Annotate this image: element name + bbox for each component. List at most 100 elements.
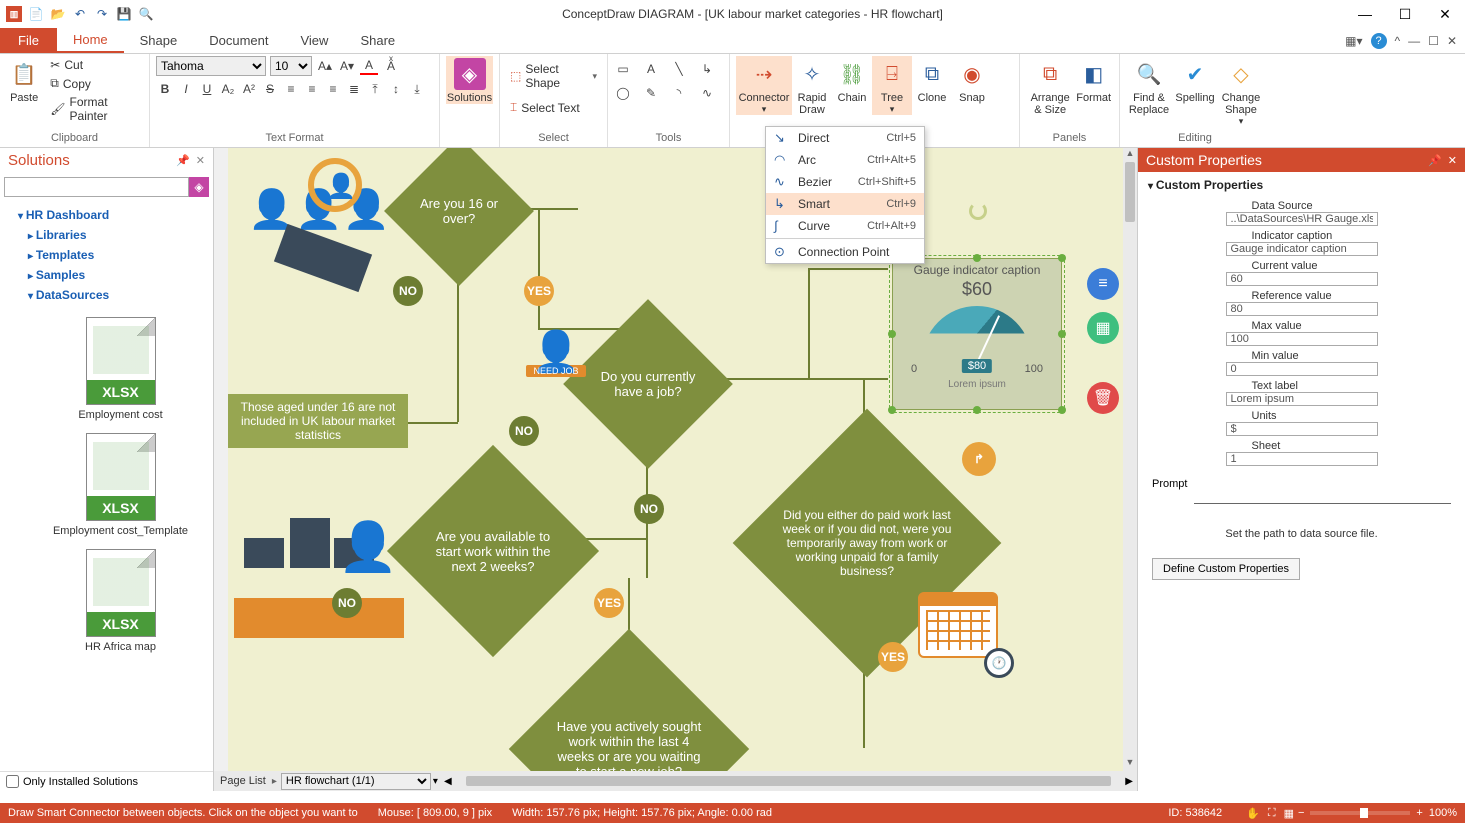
only-installed-checkbox[interactable] [6, 775, 19, 788]
valign-bot-icon[interactable]: ⤓ [408, 80, 426, 98]
format-painter-button[interactable]: 🖌Format Painter [46, 93, 143, 125]
page-combo[interactable]: HR flowchart (1/1) [281, 773, 431, 790]
solutions-search-button[interactable]: ◈ [189, 177, 209, 197]
font-color-icon[interactable]: A [360, 57, 378, 75]
connector-menu-direct[interactable]: ↘DirectCtrl+5 [766, 127, 924, 149]
tree-templates[interactable]: Templates [0, 245, 213, 265]
tab-document[interactable]: Document [193, 28, 284, 53]
tree-root[interactable]: HR Dashboard [0, 205, 213, 225]
align-right-icon[interactable]: ≡ [324, 80, 342, 98]
spelling-button[interactable]: ✔Spelling [1172, 56, 1218, 104]
zoom-out-icon[interactable]: − [1298, 807, 1304, 819]
q5-diamond[interactable]: Have you actively sought work within the… [544, 664, 714, 771]
align-left-icon[interactable]: ≡ [282, 80, 300, 98]
scroll-down-icon[interactable]: ▼ [1123, 757, 1137, 771]
bold-icon[interactable]: B [156, 80, 174, 98]
format-button[interactable]: ◧Format [1074, 56, 1113, 104]
pagelist-nav-icon[interactable]: ▸ [272, 776, 277, 787]
shrink-font-icon[interactable]: A▾ [338, 57, 356, 75]
prop-input-text-label[interactable] [1226, 392, 1378, 406]
grow-font-icon[interactable]: A▴ [316, 57, 334, 75]
tool-spline-icon[interactable]: ∿ [698, 84, 716, 102]
maximize-button[interactable]: ☐ [1391, 6, 1419, 23]
clone-button[interactable]: ⧉Clone [912, 56, 952, 104]
q3-no[interactable]: NO [332, 588, 362, 618]
close-button[interactable]: ✕ [1431, 6, 1459, 23]
connector-button[interactable]: ⇢Connector▾ [736, 56, 792, 115]
tool-rect-icon[interactable]: ▭ [614, 60, 632, 78]
status-grid-icon[interactable]: ▦ [1284, 807, 1294, 820]
select-text-button[interactable]: ⌶Select Text [506, 98, 584, 117]
valign-top-icon[interactable]: ⤒ [366, 80, 384, 98]
ds-item-1[interactable]: XLSXEmployment cost_Template [28, 433, 213, 537]
tab-home[interactable]: Home [57, 28, 124, 53]
underline-icon[interactable]: U [198, 80, 216, 98]
qat-open-icon[interactable]: 📂 [50, 6, 66, 22]
change-shape-button[interactable]: ◇Change Shape▾ [1218, 56, 1264, 127]
find-replace-button[interactable]: 🔍Find & Replace [1126, 56, 1172, 116]
tree-samples[interactable]: Samples [0, 265, 213, 285]
prop-input-data-source[interactable] [1226, 212, 1378, 226]
ds-item-0[interactable]: XLSXEmployment cost [28, 317, 213, 421]
props-pin-icon[interactable]: 📌 [1428, 154, 1442, 167]
arrange-button[interactable]: ⧉Arrange & Size [1026, 56, 1074, 116]
superscript-icon[interactable]: A² [240, 80, 258, 98]
q4-yes[interactable]: YES [878, 642, 908, 672]
tab-view[interactable]: View [284, 28, 344, 53]
status-fit-icon[interactable]: ⛶ [1268, 807, 1276, 820]
solutions-close-icon[interactable]: ✕ [196, 154, 205, 167]
zoom-slider[interactable] [1310, 811, 1410, 815]
q3-yes[interactable]: YES [594, 588, 624, 618]
help-icon[interactable]: ? [1371, 33, 1387, 49]
font-combo[interactable]: Tahoma [156, 56, 266, 76]
zoom-in-icon[interactable]: + [1416, 807, 1422, 819]
select-shape-button[interactable]: ⬚Select Shape▾ [506, 60, 601, 92]
snap-button[interactable]: ◉Snap [952, 56, 992, 104]
minimize-button[interactable]: — [1351, 6, 1379, 22]
gauge-widget[interactable]: Gauge indicator caption $60 $80 0100 Lor… [892, 258, 1062, 410]
prop-input-reference-value[interactable] [1226, 302, 1378, 316]
prop-input-max-value[interactable] [1226, 332, 1378, 346]
tab-shape[interactable]: Shape [124, 28, 194, 53]
cut-button[interactable]: ✂Cut [46, 56, 143, 74]
qat-redo-icon[interactable]: ↷ [94, 6, 110, 22]
fab-delete-icon[interactable]: 🗑 [1087, 382, 1119, 414]
connector-menu-connection-point[interactable]: ⊙Connection Point [766, 241, 924, 263]
qat-undo-icon[interactable]: ↶ [72, 6, 88, 22]
italic-icon[interactable]: I [177, 80, 195, 98]
chain-button[interactable]: ⛓Chain [832, 56, 872, 104]
mdi-close-icon[interactable]: ✕ [1447, 34, 1457, 48]
q3-diamond[interactable]: Are you available to start work within t… [418, 476, 568, 626]
props-section[interactable]: Custom Properties [1138, 172, 1465, 198]
valign-mid-icon[interactable]: ↕ [387, 80, 405, 98]
tool-pencil-icon[interactable]: ✎ [642, 84, 660, 102]
mdi-min-icon[interactable]: — [1408, 34, 1420, 48]
note-under16[interactable]: Those aged under 16 are not included in … [228, 394, 408, 448]
solutions-search-input[interactable] [4, 177, 189, 197]
prop-input-current-value[interactable] [1226, 272, 1378, 286]
vertical-scrollbar[interactable]: ▲ ▼ [1123, 148, 1137, 771]
qat-new-icon[interactable]: 📄 [28, 6, 44, 22]
hscroll-left-icon[interactable]: ◀ [444, 776, 452, 787]
q1-no[interactable]: NO [393, 276, 423, 306]
ribbon-collapse-icon[interactable]: ^ [1395, 34, 1401, 48]
zoom-value[interactable]: 100% [1429, 807, 1457, 819]
tool-text-icon[interactable]: A [642, 60, 660, 78]
q1-diamond[interactable]: Are you 16 or over? [406, 158, 512, 264]
panel-toggle-icon[interactable]: ▦▾ [1345, 34, 1362, 48]
tool-connector-icon[interactable]: ↳ [698, 60, 716, 78]
tab-file[interactable]: File [0, 28, 57, 53]
qat-save-icon[interactable]: 💾 [116, 6, 132, 22]
tool-arc-icon[interactable]: ◝ [670, 84, 688, 102]
qat-preview-icon[interactable]: 🔍 [138, 6, 154, 22]
mdi-max-icon[interactable]: ☐ [1428, 34, 1439, 48]
prop-input-indicator-caption[interactable] [1226, 242, 1378, 256]
prop-input-sheet[interactable] [1226, 452, 1378, 466]
clear-format-icon[interactable]: Aͯ [382, 57, 400, 75]
route-marker[interactable]: ↱ [962, 442, 996, 476]
tool-line-icon[interactable]: ╲ [670, 60, 688, 78]
diagram-canvas[interactable]: Are you 16 or over? 👤👤👤 👤 NO YES Those a… [228, 148, 1123, 771]
connector-menu-smart[interactable]: ↳SmartCtrl+9 [766, 193, 924, 215]
fab-data-icon[interactable]: ▦ [1087, 312, 1119, 344]
hscroll-right-icon[interactable]: ▶ [1125, 776, 1133, 787]
